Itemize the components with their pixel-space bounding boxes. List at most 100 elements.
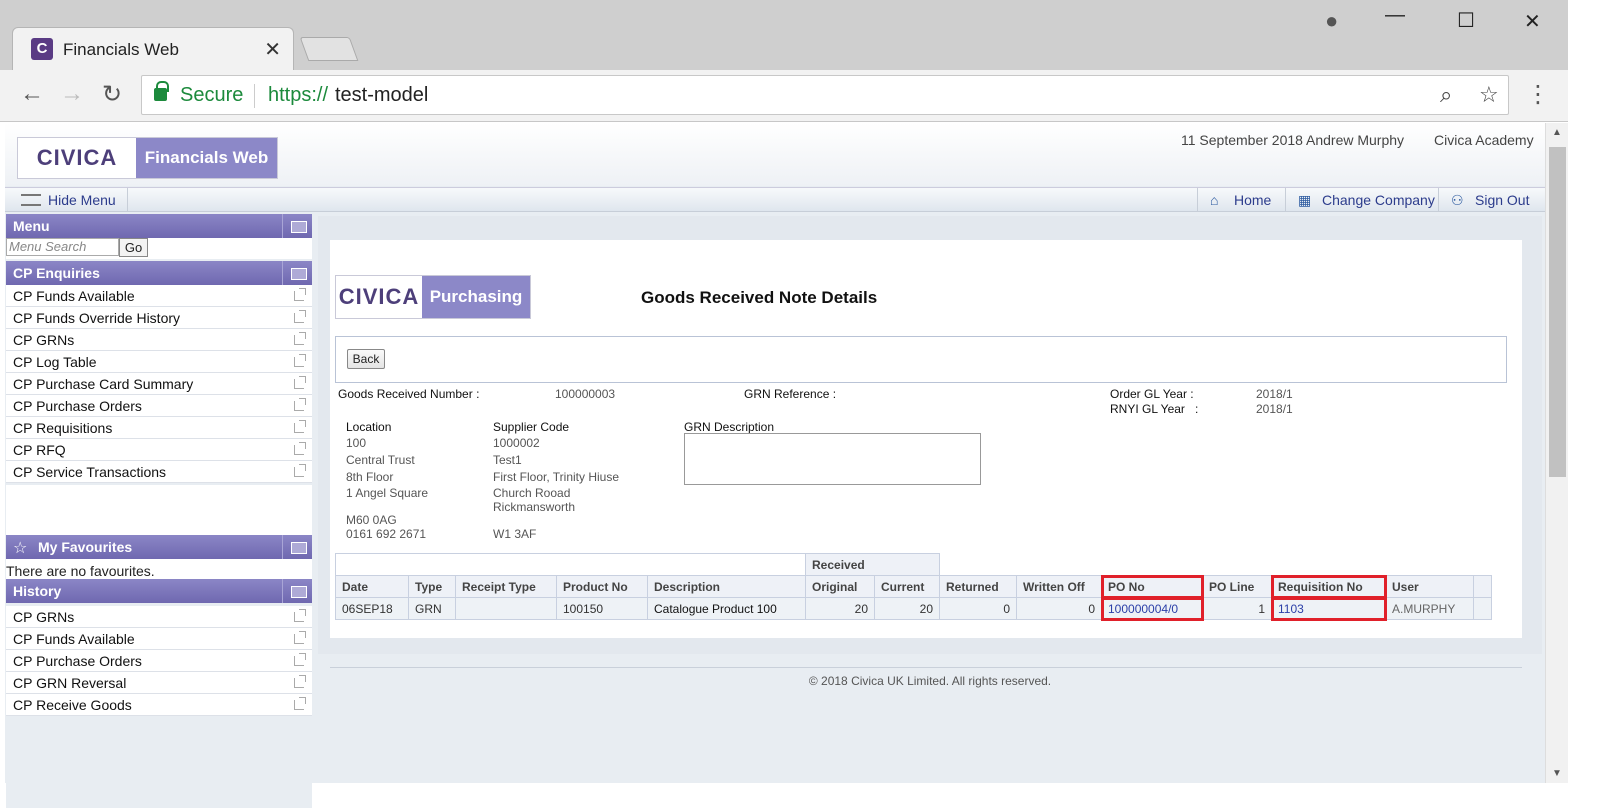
sidebar-item-label: CP Funds Override History bbox=[13, 310, 181, 326]
col-date[interactable]: Date bbox=[335, 575, 409, 598]
menu-panel-header: Menu bbox=[6, 214, 312, 238]
open-in-new-window-icon[interactable] bbox=[294, 376, 306, 389]
sidebar-item-label: CP Funds Available bbox=[13, 631, 135, 647]
col-current[interactable]: Current bbox=[874, 575, 940, 598]
rnyi-gl-year-colon: : bbox=[1195, 402, 1199, 416]
url-protocol: https:// bbox=[268, 84, 329, 106]
col-user[interactable]: User bbox=[1385, 575, 1474, 598]
sidebar-item[interactable]: CP Funds Available bbox=[6, 285, 312, 307]
sidebar-item[interactable]: CP Purchase Orders bbox=[6, 650, 312, 672]
home-link[interactable]: ⌂ Home bbox=[1197, 188, 1285, 212]
cell-type: GRN bbox=[408, 597, 456, 620]
sidebar-item[interactable]: CP RFQ bbox=[6, 439, 312, 461]
sidebar-item[interactable]: CP Receive Goods bbox=[6, 694, 312, 716]
new-tab-button[interactable] bbox=[299, 37, 359, 61]
hide-menu-button[interactable]: Hide Menu bbox=[5, 188, 128, 212]
scroll-down-icon[interactable]: ▼ bbox=[1552, 768, 1562, 779]
sidebar-item[interactable]: CP Service Transactions bbox=[6, 461, 312, 483]
requisition-no-link[interactable]: 1103 bbox=[1270, 596, 1387, 621]
table-header-row: Date Type Receipt Type Product No Descri… bbox=[335, 574, 1492, 599]
col-po-no[interactable]: PO No bbox=[1100, 574, 1204, 599]
col-original[interactable]: Original bbox=[805, 575, 875, 598]
col-product-no[interactable]: Product No bbox=[556, 575, 648, 598]
panel-toggle-icon[interactable] bbox=[282, 579, 312, 603]
open-in-new-window-icon[interactable] bbox=[294, 420, 306, 433]
reload-icon[interactable]: ↻ bbox=[102, 80, 122, 109]
open-in-new-window-icon[interactable] bbox=[294, 464, 306, 477]
sidebar-item[interactable]: CP Log Table bbox=[6, 351, 312, 373]
history-header: History bbox=[6, 579, 312, 603]
col-requisition-no[interactable]: Requisition No bbox=[1270, 574, 1387, 599]
logo-app-name: Financials Web bbox=[136, 138, 277, 178]
location-line: 8th Floor bbox=[346, 470, 394, 484]
sidebar-item[interactable]: CP Purchase Card Summary bbox=[6, 373, 312, 395]
col-written-off[interactable]: Written Off bbox=[1016, 575, 1102, 598]
sidebar-item[interactable]: CP GRNs bbox=[6, 329, 312, 351]
my-favourites-header: ☆ My Favourites bbox=[6, 535, 312, 559]
cp-enquiries-title: CP Enquiries bbox=[13, 265, 100, 281]
change-company-label: Change Company bbox=[1322, 192, 1435, 208]
open-in-new-window-icon[interactable] bbox=[294, 653, 306, 666]
sidebar-item[interactable]: CP GRN Reversal bbox=[6, 672, 312, 694]
sidebar-item-label: CP GRNs bbox=[13, 332, 75, 348]
change-company-link[interactable]: ▦ Change Company bbox=[1285, 188, 1438, 212]
page-scrollbar[interactable]: ▲ ▼ bbox=[1545, 123, 1568, 783]
sidebar-item-label: CP Requisitions bbox=[13, 420, 113, 436]
browser-menu-icon[interactable]: ⋮ bbox=[1526, 80, 1550, 109]
zoom-icon[interactable]: ⌕ bbox=[1440, 82, 1452, 108]
forward-arrow-icon[interactable]: → bbox=[60, 80, 84, 108]
back-button[interactable]: Back bbox=[347, 349, 385, 369]
menu-search-go-button[interactable]: Go bbox=[119, 238, 148, 257]
open-in-new-window-icon[interactable] bbox=[294, 675, 306, 688]
open-in-new-window-icon[interactable] bbox=[294, 310, 306, 323]
grn-description-textarea[interactable] bbox=[684, 433, 981, 485]
browser-tab[interactable]: C Financials Web ✕ bbox=[12, 27, 294, 70]
col-receipt-type[interactable]: Receipt Type bbox=[455, 575, 557, 598]
open-in-new-window-icon[interactable] bbox=[294, 609, 306, 622]
lock-icon bbox=[154, 81, 169, 101]
back-arrow-icon[interactable]: ← bbox=[20, 80, 44, 108]
table-row[interactable]: 06SEP18 GRN 100150 Catalogue Product 100… bbox=[335, 596, 1492, 621]
col-type[interactable]: Type bbox=[408, 575, 456, 598]
scroll-up-icon[interactable]: ▲ bbox=[1552, 127, 1562, 138]
maximize-icon[interactable]: ☐ bbox=[1457, 8, 1475, 33]
enquiries-spacer bbox=[6, 485, 312, 535]
panel-toggle-icon[interactable] bbox=[282, 214, 312, 238]
sidebar-item[interactable]: CP Purchase Orders bbox=[6, 395, 312, 417]
panel-popout-icon[interactable] bbox=[282, 261, 312, 285]
rnyi-gl-year-label: RNYI GL Year bbox=[1110, 402, 1185, 416]
profile-icon[interactable]: ● bbox=[1325, 8, 1338, 34]
open-in-new-window-icon[interactable] bbox=[294, 332, 306, 345]
open-in-new-window-icon[interactable] bbox=[294, 697, 306, 710]
menu-search-input[interactable]: Menu Search bbox=[6, 238, 119, 256]
address-bar[interactable]: Secure https:// test-model ⌕ ☆ bbox=[141, 75, 1509, 115]
sign-out-link[interactable]: ⚇ Sign Out bbox=[1438, 188, 1545, 212]
window-close-icon[interactable]: ✕ bbox=[1524, 9, 1541, 34]
tab-close-icon[interactable]: ✕ bbox=[264, 37, 281, 62]
browser-tabstrip: C Financials Web ✕ ● — ☐ ✕ bbox=[0, 0, 1568, 70]
favourites-star-icon: ☆ bbox=[13, 540, 28, 557]
sidebar-item[interactable]: CP GRNs bbox=[6, 606, 312, 628]
col-po-line[interactable]: PO Line bbox=[1202, 575, 1272, 598]
open-in-new-window-icon[interactable] bbox=[294, 398, 306, 411]
table-header-spacer bbox=[335, 553, 806, 576]
open-in-new-window-icon[interactable] bbox=[294, 354, 306, 367]
po-no-link[interactable]: 100000004/0 bbox=[1100, 596, 1204, 621]
open-in-new-window-icon[interactable] bbox=[294, 442, 306, 455]
scrollbar-thumb[interactable] bbox=[1549, 147, 1566, 477]
sidebar-item[interactable]: CP Requisitions bbox=[6, 417, 312, 439]
open-in-new-window-icon[interactable] bbox=[294, 288, 306, 301]
financials-logo[interactable]: CIVICA Financials Web bbox=[17, 137, 278, 179]
open-in-new-window-icon[interactable] bbox=[294, 631, 306, 644]
home-label: Home bbox=[1234, 192, 1272, 208]
panel-toggle-icon[interactable] bbox=[282, 535, 312, 559]
location-line: 0161 692 2671 bbox=[346, 527, 427, 541]
col-returned[interactable]: Returned bbox=[939, 575, 1017, 598]
col-description[interactable]: Description bbox=[647, 575, 806, 598]
bookmark-star-icon[interactable]: ☆ bbox=[1479, 82, 1499, 108]
sidebar-item[interactable]: CP Funds Override History bbox=[6, 307, 312, 329]
supplier-line: W1 3AF bbox=[493, 527, 537, 541]
civica-logo-text: CIVICA bbox=[338, 284, 420, 309]
minimize-icon[interactable]: — bbox=[1385, 4, 1405, 27]
sidebar-item[interactable]: CP Funds Available bbox=[6, 628, 312, 650]
